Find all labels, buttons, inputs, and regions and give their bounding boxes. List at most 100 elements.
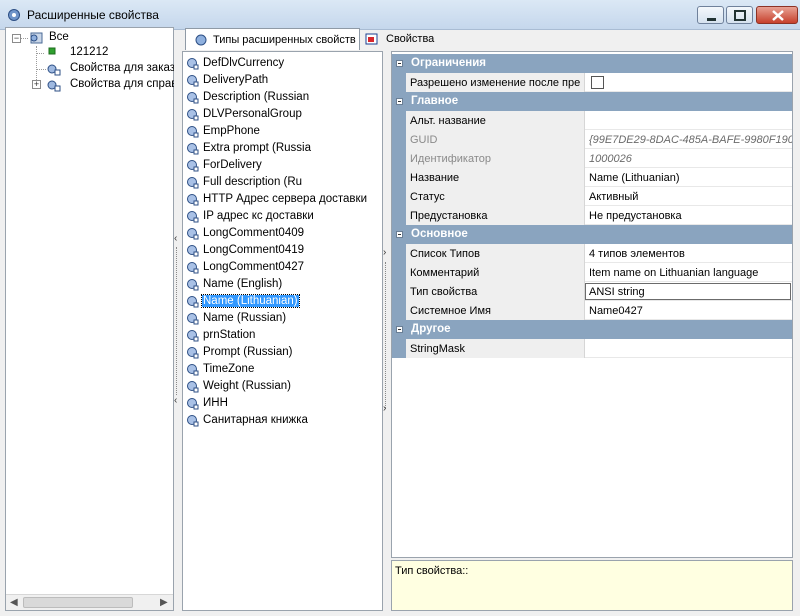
- row-gutter: [392, 301, 406, 320]
- type-list-item[interactable]: Санитарная книжка: [183, 412, 382, 429]
- property-type-icon: [187, 58, 199, 70]
- type-list-item[interactable]: Description (Russian: [183, 89, 382, 106]
- type-list-item[interactable]: IP адрес кс доставки: [183, 208, 382, 225]
- type-list-item[interactable]: LongComment0419: [183, 242, 382, 259]
- property-checkbox[interactable]: [591, 76, 604, 89]
- type-list-item[interactable]: Weight (Russian): [183, 378, 382, 395]
- left-splitter[interactable]: ‹ ‹: [174, 50, 182, 610]
- tree-expand-toggle[interactable]: +: [32, 80, 41, 89]
- type-list-item[interactable]: LongComment0409: [183, 225, 382, 242]
- collapse-icon[interactable]: [396, 231, 403, 238]
- category-header[interactable]: Основное: [392, 225, 792, 244]
- type-list-item[interactable]: ИНН: [183, 395, 382, 412]
- collapse-icon[interactable]: [396, 60, 403, 67]
- type-list-item[interactable]: DLVPersonalGroup: [183, 106, 382, 123]
- property-row[interactable]: StringMask: [392, 339, 792, 358]
- property-row[interactable]: Тип свойства ANSI string: [392, 282, 792, 301]
- type-list-item[interactable]: ForDelivery: [183, 157, 382, 174]
- chevron-right-icon[interactable]: ›: [383, 403, 386, 414]
- property-row[interactable]: Системное Имя Name0427: [392, 301, 792, 320]
- collapse-icon[interactable]: [396, 326, 403, 333]
- scroll-left-icon[interactable]: ◀: [10, 597, 18, 608]
- gear-icon: [195, 34, 207, 46]
- type-list-item[interactable]: HTTP Адрес сервера доставки: [183, 191, 382, 208]
- type-list-item[interactable]: Full description (Ru: [183, 174, 382, 191]
- category-tree[interactable]: − Все 121212 Свойства для заказ + Свойст…: [5, 27, 177, 611]
- property-description-text: Тип свойства::: [395, 565, 469, 577]
- category-header[interactable]: Другое: [392, 320, 792, 339]
- extended-property-type-list[interactable]: DefDlvCurrency DeliveryPath Description (R…: [182, 51, 383, 611]
- type-list-item[interactable]: prnStation: [183, 327, 382, 344]
- property-value[interactable]: Активный: [584, 187, 792, 206]
- category-header[interactable]: Ограничения: [392, 54, 792, 73]
- checkbox-grid-icon: [365, 33, 378, 45]
- type-list-item-label: Санитарная книжка: [203, 414, 308, 426]
- chevron-right-icon[interactable]: ›: [383, 247, 386, 258]
- tree-collapse-toggle[interactable]: −: [12, 34, 21, 43]
- tree-item-label: 121212: [70, 46, 109, 58]
- type-list-item[interactable]: DeliveryPath: [183, 72, 382, 89]
- property-type-icon: [187, 143, 199, 155]
- chevron-left-icon[interactable]: ‹: [174, 233, 177, 244]
- splitter-grip: [176, 247, 179, 395]
- property-row[interactable]: Предустановка Не предустановка: [392, 206, 792, 225]
- property-type-icon: [187, 262, 199, 274]
- type-list-item[interactable]: DefDlvCurrency: [183, 55, 382, 72]
- close-button[interactable]: [756, 6, 798, 24]
- type-list-item[interactable]: LongComment0427: [183, 259, 382, 276]
- property-row[interactable]: GUID {99E7DE29-8DAC-485A-BAFE-9980F190E: [392, 130, 792, 149]
- type-list-item[interactable]: Name (Russian): [183, 310, 382, 327]
- property-value[interactable]: Name (Lithuanian): [584, 168, 792, 187]
- type-list-item-label: Name (Russian): [203, 312, 287, 324]
- type-list-item[interactable]: Name (Lithuanian): [183, 293, 382, 310]
- type-list-item[interactable]: Extra prompt (Russia: [183, 140, 382, 157]
- tree-horizontal-scrollbar[interactable]: ◀ ▶: [6, 594, 173, 610]
- window-title: Расширенные свойства: [27, 8, 159, 22]
- type-list-item-label: Weight (Russian): [203, 380, 291, 392]
- type-list-item-label: Description (Russian: [203, 91, 310, 103]
- type-list-item[interactable]: TimeZone: [183, 361, 382, 378]
- property-value[interactable]: 4 типов элементов: [584, 244, 792, 263]
- tab-extended-property-types[interactable]: Типы расширенных свойств: [185, 28, 360, 50]
- property-type-icon: [187, 228, 199, 240]
- property-value[interactable]: Не предустановка: [584, 206, 792, 225]
- property-value[interactable]: Item name on Lithuanian language: [584, 263, 792, 282]
- property-grid[interactable]: Ограничения Разрешено изменение после пре…: [391, 51, 793, 558]
- scrollbar-thumb[interactable]: [23, 597, 133, 608]
- minimize-button[interactable]: [697, 6, 724, 24]
- property-name: StringMask: [406, 339, 584, 358]
- type-list-item-label: ForDelivery: [203, 159, 262, 171]
- chevron-left-icon[interactable]: ‹: [174, 395, 177, 406]
- tab-strip: Типы расширенных свойств Свойства: [185, 28, 795, 50]
- property-value[interactable]: [584, 339, 792, 358]
- property-row[interactable]: Статус Активный: [392, 187, 792, 206]
- property-row[interactable]: Название Name (Lithuanian): [392, 168, 792, 187]
- property-row[interactable]: Комментарий Item name on Lithuanian langu…: [392, 263, 792, 282]
- maximize-button[interactable]: [726, 6, 753, 24]
- tab-properties[interactable]: Свойства: [362, 28, 452, 50]
- property-type-icon: [187, 279, 199, 291]
- property-type-icon: [187, 245, 199, 257]
- property-row[interactable]: Идентификатор 1000026: [392, 149, 792, 168]
- property-row[interactable]: Разрешено изменение после пре: [392, 73, 792, 92]
- type-list-item[interactable]: EmpPhone: [183, 123, 382, 140]
- property-value[interactable]: [584, 111, 792, 130]
- collapse-icon[interactable]: [396, 98, 403, 105]
- property-type-icon: [187, 364, 199, 376]
- property-value[interactable]: ANSI string: [584, 282, 792, 301]
- row-gutter: [392, 244, 406, 263]
- type-list-item-label: Name (English): [203, 278, 283, 290]
- property-value[interactable]: Name0427: [584, 301, 792, 320]
- property-row[interactable]: Список Типов 4 типов элементов: [392, 244, 792, 263]
- row-gutter: [392, 206, 406, 225]
- type-list-item[interactable]: Name (English): [183, 276, 382, 293]
- middle-splitter[interactable]: › ›: [383, 50, 391, 610]
- property-type-icon: [187, 92, 199, 104]
- property-value[interactable]: [584, 73, 792, 92]
- title-bar: Расширенные свойства: [0, 0, 800, 30]
- scroll-right-icon[interactable]: ▶: [160, 597, 168, 608]
- property-row[interactable]: Альт. название: [392, 111, 792, 130]
- type-list-item[interactable]: Prompt (Russian): [183, 344, 382, 361]
- category-header[interactable]: Главное: [392, 92, 792, 111]
- property-type-icon: [187, 177, 199, 189]
